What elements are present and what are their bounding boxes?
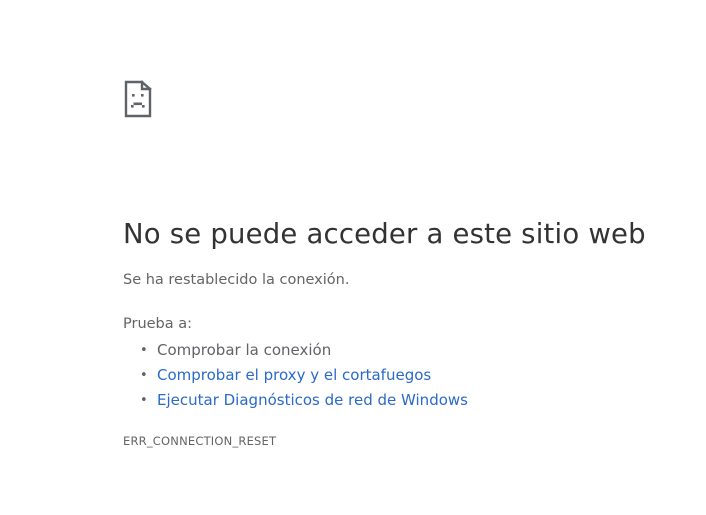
suggestion-check-proxy-firewall[interactable]: • Comprobar el proxy y el cortafuegos — [140, 363, 703, 388]
sad-page-icon — [124, 80, 154, 118]
suggestion-check-connection: • Comprobar la conexión — [140, 338, 703, 363]
suggestion-label: Comprobar la conexión — [157, 341, 332, 359]
suggestions-label: Prueba a: — [123, 316, 193, 332]
run-network-diagnostics-link[interactable]: Ejecutar Diagnósticos de red de Windows — [157, 391, 468, 409]
error-message: Se ha restablecido la conexión. — [123, 272, 350, 288]
page-top-edge — [0, 0, 706, 8]
bullet-icon: • — [140, 368, 148, 383]
suggestions-list: • Comprobar la conexión • Comprobar el p… — [123, 338, 703, 413]
suggestion-run-diagnostics[interactable]: • Ejecutar Diagnósticos de red de Window… — [140, 388, 703, 413]
error-title: No se puede acceder a este sitio web — [123, 218, 646, 250]
bullet-icon: • — [140, 393, 148, 408]
error-content: No se puede acceder a este sitio web Se … — [123, 80, 703, 448]
bullet-icon: • — [140, 343, 148, 358]
check-proxy-firewall-link[interactable]: Comprobar el proxy y el cortafuegos — [157, 366, 431, 384]
error-code: ERR_CONNECTION_RESET — [123, 434, 277, 448]
